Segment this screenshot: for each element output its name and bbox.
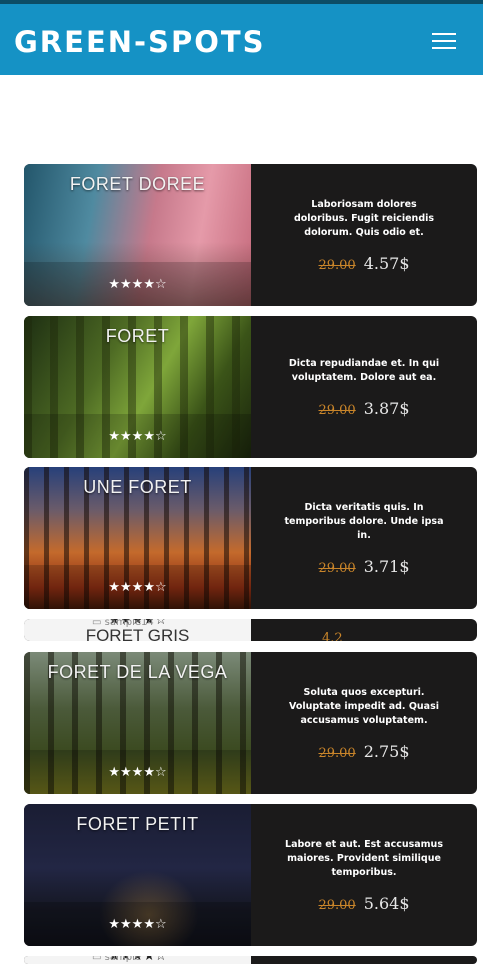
product-image: ★★★★☆ ▭ sample [24,956,251,964]
product-description: Laboriosam dolores doloribus. Fugit reic… [293,198,435,238]
product-card[interactable]: FORET DE LA VEGA ★★★★☆ Soluta quos excep… [24,652,477,794]
product-title: FORET DE LA VEGA [47,662,228,682]
product-title: FORET DOREE [69,174,206,194]
old-price: 29.00 [318,257,356,273]
product-info: Dicta repudiandae et. In qui voluptatem.… [251,316,477,458]
product-image: FORET DE LA VEGA ★★★★☆ [24,652,251,794]
rating-stars: ★★★★☆ [108,917,167,932]
rating-stars: ★★★★☆ [108,580,167,595]
product-title: FORET PETIT [76,814,199,834]
product-info: Dicta veritatis quis. In temporibus dolo… [251,467,477,609]
product-title: UNE FORET [83,477,192,497]
product-title: FORET GRIS [85,626,190,641]
product-card[interactable]: ★★★★☆ ▭ sample14 FORET GRIS 4.2 [24,619,477,641]
price: 3.87$ [363,398,410,418]
product-card[interactable]: ★★★★☆ ▭ sample [24,956,477,964]
product-image: FORET ★★★★☆ [24,316,251,458]
rating-stars: ★★★★☆ [108,277,167,292]
product-description: Soluta quos excepturi. Voluptate impedit… [288,686,439,726]
product-info: Soluta quos excepturi. Voluptate impedit… [251,652,477,794]
price: 2.75$ [363,741,410,761]
product-info: Labore et aut. Est accusamus maiores. Pr… [251,804,477,946]
product-image: FORET DOREE ★★★★☆ [24,164,251,306]
navbar: GREEN-SPOTS [0,4,483,75]
broken-image-icon: ▭ sample [92,956,141,963]
price: 4.2 [322,631,343,641]
price: 4.57$ [363,253,410,273]
product-title: FORET [105,326,170,346]
product-card[interactable]: FORET ★★★★☆ Dicta repudiandae et. In qui… [24,316,477,458]
product-description: Dicta veritatis quis. In temporibus dolo… [284,501,444,541]
rating-stars: ★★★★☆ [108,429,167,444]
rating-stars: ★★★★☆ [108,765,167,780]
product-card[interactable]: UNE FORET ★★★★☆ Dicta veritatis quis. In… [24,467,477,609]
old-price: 29.00 [318,560,356,576]
product-card[interactable]: FORET PETIT ★★★★☆ Labore et aut. Est acc… [24,804,477,946]
product-image: FORET PETIT ★★★★☆ [24,804,251,946]
menu-icon[interactable] [432,32,456,50]
price: 5.64$ [363,893,410,913]
product-card[interactable]: FORET DOREE ★★★★☆ Laboriosam dolores dol… [24,164,477,306]
old-price: 29.00 [318,745,356,761]
product-description: Labore et aut. Est accusamus maiores. Pr… [285,838,443,878]
product-image: UNE FORET ★★★★☆ [24,467,251,609]
brand-logo[interactable]: GREEN-SPOTS [14,24,266,60]
product-info: Laboriosam dolores doloribus. Fugit reic… [251,164,477,306]
old-price: 29.00 [318,897,356,913]
product-description: Dicta repudiandae et. In qui voluptatem.… [288,357,440,383]
old-price: 29.00 [318,402,356,418]
product-image: ★★★★☆ ▭ sample14 FORET GRIS [24,619,251,641]
price: 3.71$ [363,556,410,576]
